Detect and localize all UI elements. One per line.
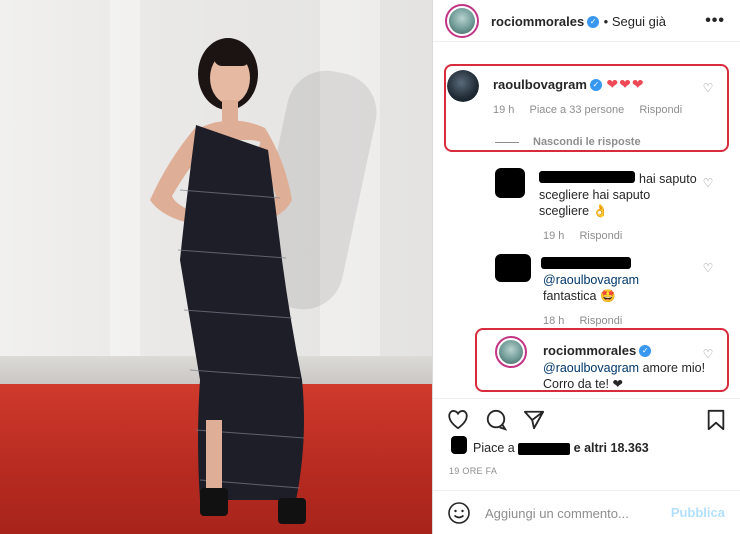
reply-2-heart-icon[interactable]: ♡: [702, 262, 714, 274]
more-options-icon[interactable]: •••: [705, 12, 725, 30]
hide-replies-line: [495, 141, 519, 143]
instagram-post-view: rociommorales ✓ • Segui già ••• raoulbova…: [0, 0, 740, 534]
share-paper-plane-icon[interactable]: [521, 407, 547, 433]
reply-2-reply-button[interactable]: Rispondi: [579, 315, 622, 327]
redacted-liker: [518, 442, 571, 455]
reply-1-text: hai saputo scegliere hai saputo sceglier…: [539, 172, 697, 218]
comment-username[interactable]: raoulbovagram: [493, 77, 587, 92]
reply-1-time: 19 h: [543, 230, 565, 242]
woman-figure: [150, 38, 306, 524]
reply-3-heart-icon[interactable]: ♡: [702, 348, 714, 360]
reply-3-username[interactable]: rociommorales: [543, 343, 636, 358]
comment-input[interactable]: [485, 503, 665, 523]
reply-1-meta: 19 h Rispondi: [543, 230, 634, 242]
redacted-username: [541, 257, 631, 269]
post-timestamp: 19 ORE FA: [449, 466, 498, 476]
verified-badge-icon: ✓: [587, 15, 600, 28]
publish-button[interactable]: Pubblica: [671, 505, 725, 520]
action-bar: [433, 398, 740, 438]
reply-3: rociommorales ✓ @raoulbovagram amore mio!…: [543, 342, 713, 392]
follow-status[interactable]: • Segui già: [604, 14, 666, 29]
post-sidebar: rociommorales ✓ • Segui già ••• raoulbova…: [432, 0, 740, 534]
commenter-avatar[interactable]: [447, 70, 479, 102]
author-avatar[interactable]: [445, 4, 479, 38]
author-username[interactable]: rociommorales: [491, 14, 584, 29]
reply-2: @raoulbovagram fantastica 🤩: [543, 272, 703, 304]
hide-replies-button[interactable]: Nascondi le risposte: [495, 136, 641, 148]
comment-composer: Pubblica: [433, 490, 740, 534]
author-line: rociommorales ✓ • Segui già: [491, 13, 666, 31]
comment-reply-button[interactable]: Rispondi: [639, 104, 682, 116]
post-photo[interactable]: [0, 0, 432, 534]
comment-like-heart-icon[interactable]: ♡: [702, 82, 714, 94]
likes-count[interactable]: e altri 18.363: [574, 441, 649, 455]
liker-avatar-redacted: [451, 436, 467, 454]
author-reply-avatar[interactable]: [495, 336, 527, 368]
post-header: rociommorales ✓ • Segui già •••: [433, 0, 740, 42]
save-bookmark-icon[interactable]: [703, 407, 729, 433]
reply-2-text: fantastica 🤩: [543, 289, 616, 303]
comment-text: ❤❤❤: [606, 76, 645, 92]
comment-bubble-icon[interactable]: [483, 407, 509, 433]
reply-2-time: 18 h: [543, 315, 565, 327]
likes-summary[interactable]: Piace a e altri 18.363: [473, 441, 649, 455]
reply-3-mention[interactable]: @raoulbovagram: [543, 361, 639, 375]
reply-1-reply-button[interactable]: Rispondi: [579, 230, 622, 242]
reply-1: hai saputo scegliere hai saputo sceglier…: [539, 171, 699, 219]
hide-replies-label: Nascondi le risposte: [533, 136, 641, 148]
comment-time: 19 h: [493, 104, 515, 116]
likes-prefix: Piace a: [473, 441, 515, 455]
emoji-icon[interactable]: [447, 501, 471, 525]
comment-likes[interactable]: Piace a 33 persone: [529, 104, 624, 116]
comment-meta: 19 h Piace a 33 persone Rispondi: [493, 104, 694, 116]
comment-main: raoulbovagram ✓ ❤❤❤: [493, 76, 645, 94]
verified-badge-icon: ✓: [639, 344, 652, 357]
reply-2-mention[interactable]: @raoulbovagram: [543, 272, 703, 288]
like-heart-icon[interactable]: [445, 407, 471, 433]
reply-avatar-redacted[interactable]: [495, 168, 525, 198]
reply-1-heart-icon[interactable]: ♡: [702, 177, 714, 189]
verified-badge-icon: ✓: [589, 78, 602, 91]
reply-avatar-redacted[interactable]: [495, 254, 531, 282]
reply-2-meta: 18 h Rispondi: [543, 315, 634, 327]
